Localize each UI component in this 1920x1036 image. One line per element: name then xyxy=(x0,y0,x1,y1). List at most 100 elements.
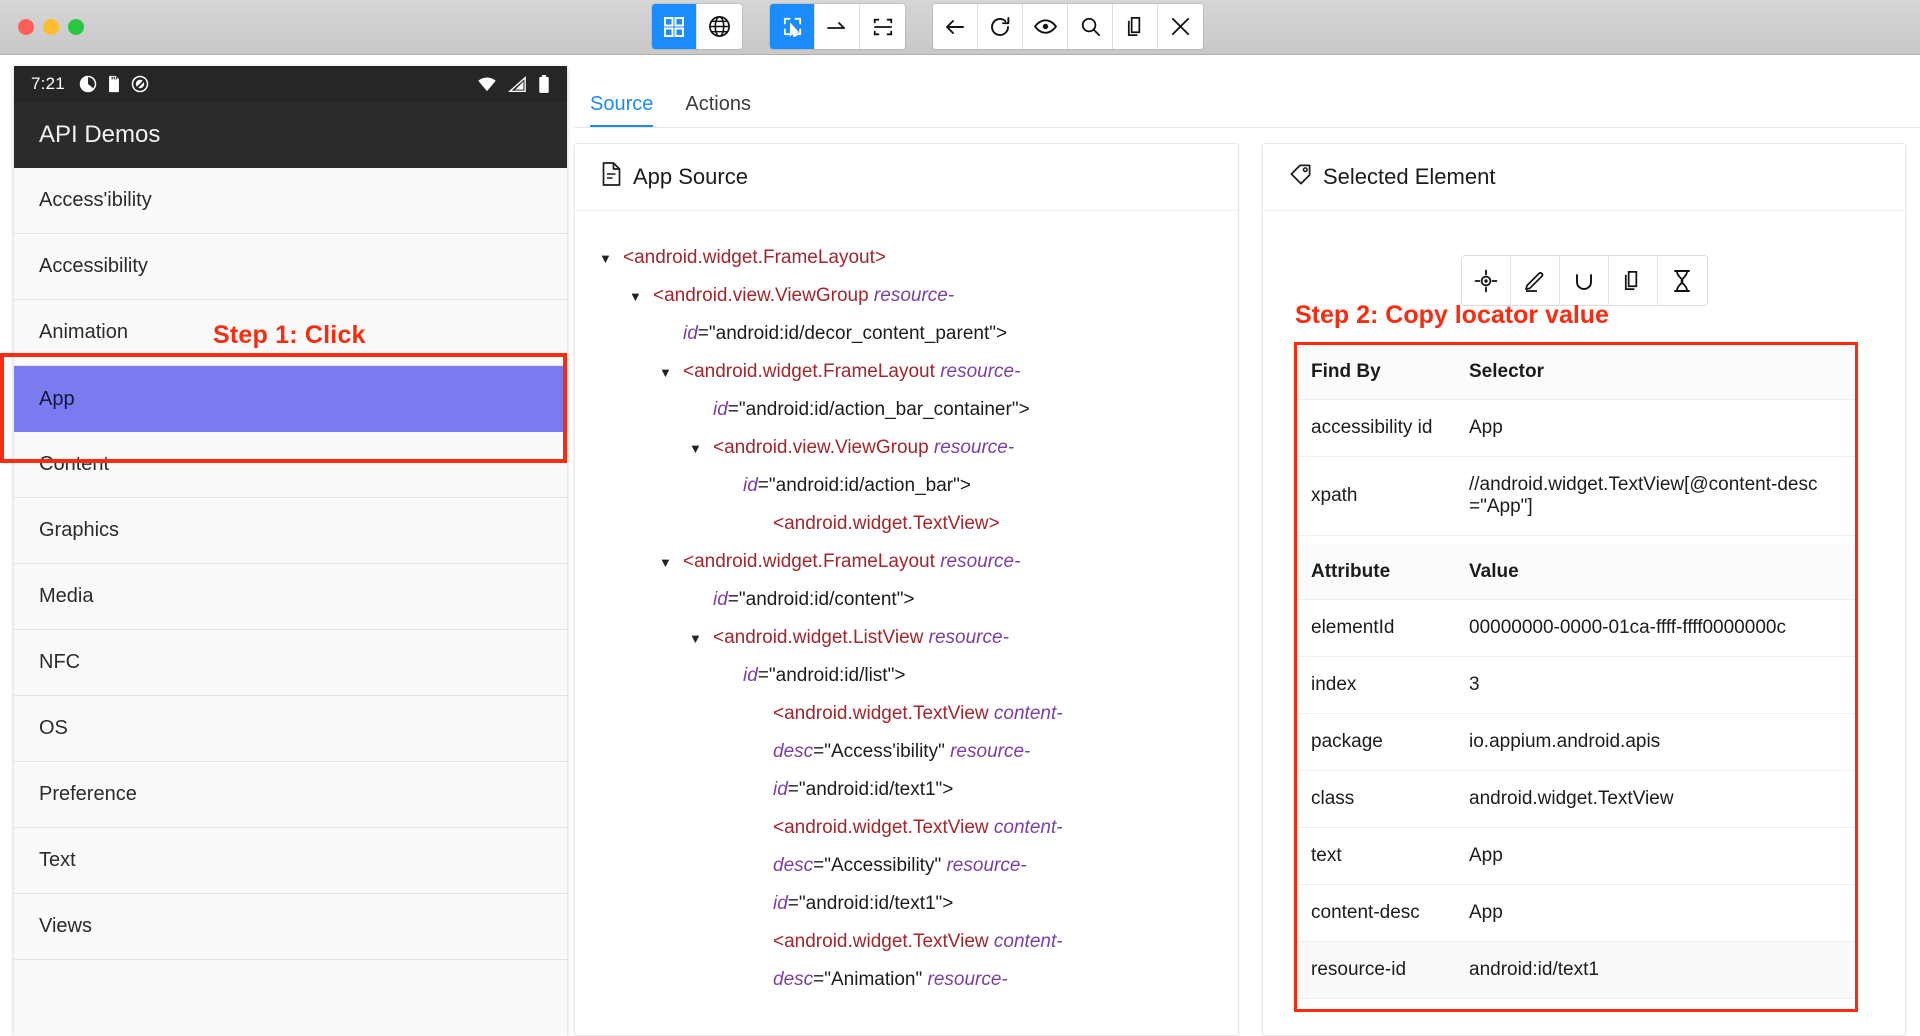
source-token-tag: <android.widget.FrameLayout xyxy=(683,551,940,572)
device-list-item[interactable]: NFC xyxy=(14,630,567,696)
source-tree-node[interactable]: ▼<android.widget.FrameLayout resource- xyxy=(599,543,1214,581)
tab-bar: SourceActions xyxy=(574,66,1920,128)
close-window-button[interactable] xyxy=(18,19,34,35)
source-tree[interactable]: ▼<android.widget.FrameLayout>▼<android.v… xyxy=(575,211,1238,1019)
source-token-attr: id xyxy=(773,893,788,914)
attribute-name-cell: resource-id xyxy=(1297,942,1455,999)
device-list-item[interactable]: App xyxy=(14,366,567,432)
device-list-item[interactable]: Access'ibility xyxy=(14,168,567,234)
grid-view-icon[interactable] xyxy=(652,4,697,49)
attribute-value-cell[interactable]: android.widget.TextView xyxy=(1455,771,1855,828)
table-row[interactable]: accessibility idApp xyxy=(1297,400,1855,457)
back-icon[interactable] xyxy=(933,4,978,49)
source-tree-node[interactable]: ▼id="android:id/action_bar"> xyxy=(599,467,1214,505)
send-keys-icon[interactable] xyxy=(1511,256,1560,305)
table-row[interactable]: packageio.appium.android.apis xyxy=(1297,714,1855,771)
device-list-item-label: Content xyxy=(39,453,109,476)
source-tree-node[interactable]: ▼desc="Accessibility" resource- xyxy=(599,847,1214,885)
source-tree-node[interactable]: ▼<android.widget.TextView content- xyxy=(599,923,1214,961)
source-tree-node[interactable]: ▼<android.widget.TextView> xyxy=(599,505,1214,543)
device-list-item[interactable]: Content xyxy=(14,432,567,498)
device-list-item-label: Text xyxy=(39,849,76,872)
refresh-icon[interactable] xyxy=(978,4,1023,49)
attribute-value-cell[interactable]: android:id/text1 xyxy=(1455,942,1855,999)
source-tree-node[interactable]: ▼id="android:id/decor_content_parent"> xyxy=(599,315,1214,353)
tap-by-coordinates-icon[interactable] xyxy=(860,4,905,49)
swipe-icon[interactable] xyxy=(815,4,860,49)
copy-icon[interactable] xyxy=(1113,4,1158,49)
chevron-down-icon[interactable]: ▼ xyxy=(689,429,713,467)
chevron-down-icon[interactable]: ▼ xyxy=(689,619,713,657)
chevron-down-icon[interactable]: ▼ xyxy=(629,277,653,315)
source-tree-node-label: id="android:id/action_bar"> xyxy=(743,467,1214,504)
source-tree-node[interactable]: ▼id="android:id/text1"> xyxy=(599,771,1214,809)
device-screen-panel[interactable]: 7:21 API Demos Access'ibilityAccessibili… xyxy=(14,66,567,1036)
source-tree-node[interactable]: ▼desc="Access'ibility" resource- xyxy=(599,733,1214,771)
device-list[interactable]: Access'ibilityAccessibilityAnimationAppC… xyxy=(14,168,567,1026)
source-token-tag: <android.widget.TextView xyxy=(773,931,994,952)
device-list-item[interactable]: Views xyxy=(14,894,567,960)
source-tree-node[interactable]: ▼<android.widget.TextView content- xyxy=(599,695,1214,733)
device-list-item[interactable]: Preference xyxy=(14,762,567,828)
tap-icon[interactable] xyxy=(1462,256,1511,305)
source-tree-node[interactable]: ▼desc="Animation" resource- xyxy=(599,961,1214,999)
source-tree-node[interactable]: ▼id="android:id/content"> xyxy=(599,581,1214,619)
chevron-down-icon[interactable]: ▼ xyxy=(659,543,683,581)
device-list-empty-row xyxy=(14,960,567,1026)
table-row[interactable]: textApp xyxy=(1297,828,1855,885)
minimize-window-button[interactable] xyxy=(43,19,59,35)
maximize-window-button[interactable] xyxy=(68,19,84,35)
wait-for-icon[interactable] xyxy=(1658,256,1707,305)
attribute-value-cell[interactable]: App xyxy=(1455,828,1855,885)
source-token-attr: id xyxy=(713,589,728,610)
source-tree-node[interactable]: ▼<android.widget.FrameLayout> xyxy=(599,239,1214,277)
attribute-value-cell[interactable]: io.appium.android.apis xyxy=(1455,714,1855,771)
source-tree-node[interactable]: ▼<android.view.ViewGroup resource- xyxy=(599,277,1214,315)
device-list-item[interactable]: Graphics xyxy=(14,498,567,564)
select-element-icon[interactable] xyxy=(770,4,815,49)
table-row[interactable]: xpath//android.widget.TextView[@content-… xyxy=(1297,457,1855,536)
device-list-item[interactable]: Media xyxy=(14,564,567,630)
device-list-item[interactable]: OS xyxy=(14,696,567,762)
table-row[interactable]: elementId00000000-0000-01ca-ffff-ffff000… xyxy=(1297,600,1855,657)
close-icon[interactable] xyxy=(1158,4,1203,49)
tab-source[interactable]: Source xyxy=(574,93,669,128)
clear-icon[interactable] xyxy=(1560,256,1609,305)
copy-attrs-icon[interactable] xyxy=(1609,256,1658,305)
globe-icon[interactable] xyxy=(697,4,742,49)
chevron-down-icon[interactable]: ▼ xyxy=(659,353,683,391)
attributes-table-body: elementId00000000-0000-01ca-ffff-ffff000… xyxy=(1297,600,1855,999)
tab-actions[interactable]: Actions xyxy=(669,93,767,128)
sync-icon xyxy=(79,75,97,93)
source-tree-node[interactable]: ▼<android.view.ViewGroup resource- xyxy=(599,429,1214,467)
toolbar-group-view xyxy=(652,4,742,49)
source-token-val: ="android:id/action_bar"> xyxy=(758,475,971,496)
source-tree-node-label: <android.widget.TextView content- xyxy=(773,923,1214,960)
source-tree-node[interactable]: ▼<android.widget.ListView resource- xyxy=(599,619,1214,657)
table-row[interactable]: classandroid.widget.TextView xyxy=(1297,771,1855,828)
source-tree-node[interactable]: ▼<android.widget.FrameLayout resource- xyxy=(599,353,1214,391)
source-tree-node[interactable]: ▼id="android:id/text1"> xyxy=(599,885,1214,923)
source-tree-node[interactable]: ▼id="android:id/action_bar_container"> xyxy=(599,391,1214,429)
search-icon[interactable] xyxy=(1068,4,1113,49)
source-token-val: ="Accessibility" xyxy=(813,855,946,876)
source-tree-node[interactable]: ▼<android.widget.TextView content- xyxy=(599,809,1214,847)
device-list-item[interactable]: Text xyxy=(14,828,567,894)
locator-selector-cell[interactable]: //android.widget.TextView[@content-desc=… xyxy=(1455,457,1855,536)
attribute-value-cell[interactable]: 3 xyxy=(1455,657,1855,714)
locator-selector-cell[interactable]: App xyxy=(1455,400,1855,457)
attribute-value-cell[interactable]: App xyxy=(1455,885,1855,942)
eye-icon[interactable] xyxy=(1023,4,1068,49)
table-row[interactable]: resource-idandroid:id/text1 xyxy=(1297,942,1855,999)
chevron-down-icon[interactable]: ▼ xyxy=(599,239,623,277)
device-list-item[interactable]: Accessibility xyxy=(14,234,567,300)
battery-icon xyxy=(538,75,550,94)
selected-element-header: Selected Element xyxy=(1263,144,1905,211)
table-row[interactable]: content-descApp xyxy=(1297,885,1855,942)
table-row[interactable]: index3 xyxy=(1297,657,1855,714)
device-list-item-label: OS xyxy=(39,717,68,740)
source-token-attr: id xyxy=(743,665,758,686)
source-token-val: ="android:id/action_bar_container"> xyxy=(728,399,1030,420)
source-tree-node[interactable]: ▼id="android:id/list"> xyxy=(599,657,1214,695)
attribute-value-cell[interactable]: 00000000-0000-01ca-ffff-ffff0000000c xyxy=(1455,600,1855,657)
